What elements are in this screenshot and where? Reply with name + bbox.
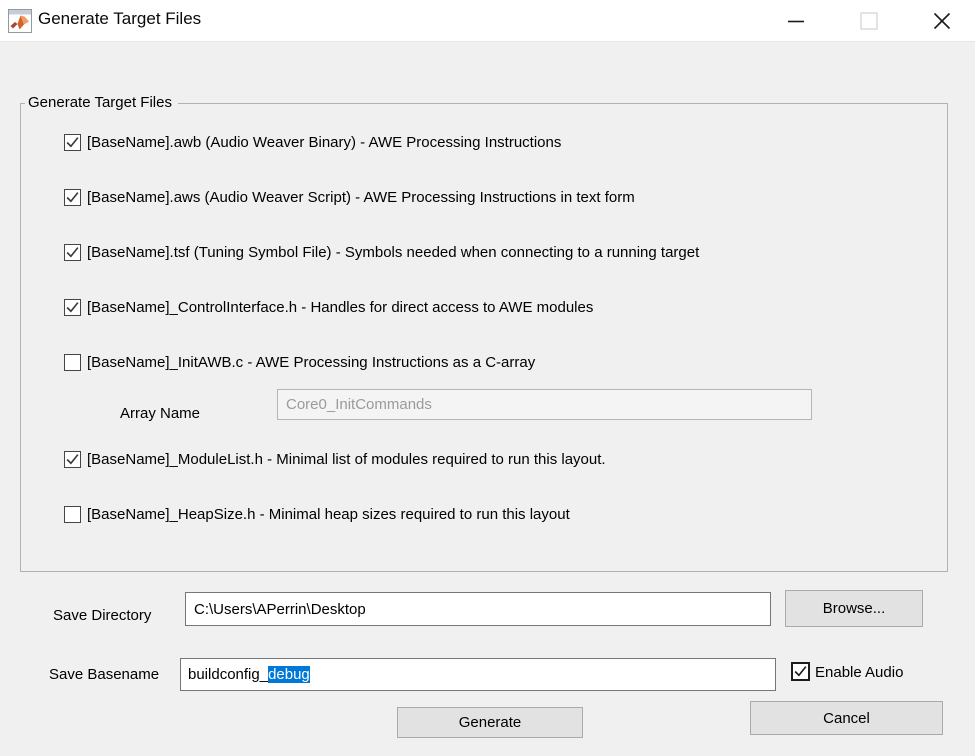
awb-checkbox[interactable] [64,134,81,151]
browse-button-label: Browse... [823,600,886,617]
close-icon [933,12,951,30]
enable-audio-checkbox[interactable] [791,662,810,681]
generate-target-files-groupbox [20,103,948,572]
generate-button[interactable]: Generate [397,707,583,738]
matlab-app-icon [8,9,32,33]
save-basename-value-prefix: buildconfig_ [188,666,268,683]
aws-label: [BaseName].aws (Audio Weaver Script) - A… [87,189,635,207]
maximize-icon [860,12,878,30]
cancel-button-label: Cancel [823,710,870,727]
generate-target-files-dialog: Generate Target Files Generate Target Fi… [0,0,975,756]
save-basename-input[interactable]: buildconfig_debug [180,658,776,691]
tsf-checkbox[interactable] [64,244,81,261]
controlinterface-checkbox[interactable] [64,299,81,316]
array-name-label: Array Name [120,405,200,422]
aws-checkbox[interactable] [64,189,81,206]
groupbox-title: Generate Target Files [25,94,178,111]
cancel-button[interactable]: Cancel [750,701,943,735]
save-directory-input[interactable] [185,592,771,626]
heapsize-checkbox[interactable] [64,506,81,523]
close-button[interactable] [919,0,965,42]
minimize-icon [787,12,805,30]
titlebar: Generate Target Files [0,0,975,42]
awb-label: [BaseName].awb (Audio Weaver Binary) - A… [87,134,561,152]
controlinterface-label: [BaseName]_ControlInterface.h - Handles … [87,299,593,317]
initawb-checkbox[interactable] [64,354,81,371]
tsf-label: [BaseName].tsf (Tuning Symbol File) - Sy… [87,244,699,262]
window-title: Generate Target Files [38,9,201,29]
browse-button[interactable]: Browse... [785,590,923,627]
minimize-button[interactable] [773,0,819,42]
generate-button-label: Generate [459,714,522,731]
modulelist-label: [BaseName]_ModuleList.h - Minimal list o… [87,451,606,469]
save-basename-selected-text: debug [268,666,310,683]
modulelist-checkbox[interactable] [64,451,81,468]
maximize-button [846,0,892,42]
heapsize-label: [BaseName]_HeapSize.h - Minimal heap siz… [87,506,570,524]
enable-audio-label: Enable Audio [815,664,903,682]
save-directory-label: Save Directory [53,607,151,624]
array-name-input [277,389,812,420]
initawb-label: [BaseName]_InitAWB.c - AWE Processing In… [87,354,535,372]
save-basename-label: Save Basename [49,666,159,683]
